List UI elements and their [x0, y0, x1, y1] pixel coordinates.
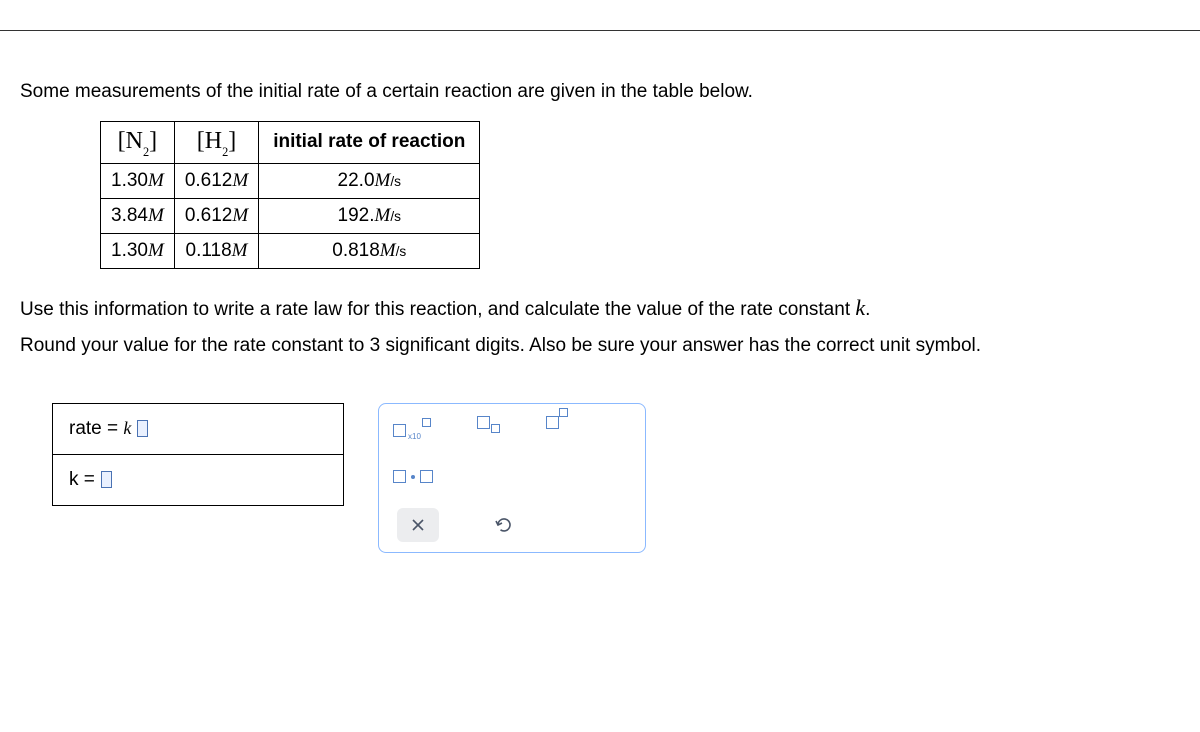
superscript-button[interactable]: [546, 416, 568, 446]
k-placeholder-icon[interactable]: [101, 471, 112, 488]
cell-rate: 22.0M/s: [259, 163, 480, 198]
cell-n2: 1.30M: [101, 163, 175, 198]
answer-section: rate = k k = x10: [52, 403, 1180, 553]
problem-content: Some measurements of the initial rate of…: [0, 31, 1200, 573]
box-icon: [546, 416, 559, 429]
k-input-row[interactable]: k =: [53, 455, 343, 505]
instruction-2: Round your value for the rate constant t…: [20, 335, 1180, 357]
dot-icon: [411, 475, 415, 479]
header-initial-rate: initial rate of reaction: [259, 122, 480, 164]
table-row: 1.30M 0.118M 0.818M/s: [101, 233, 480, 268]
tool-row-1: x10: [393, 416, 631, 446]
answer-box: rate = k k =: [52, 403, 344, 506]
close-icon: [411, 518, 425, 532]
x10-label: x10: [408, 432, 421, 441]
multiply-dot-button[interactable]: [393, 462, 433, 492]
equation-toolbar: x10: [378, 403, 646, 553]
cell-h2: 0.612M: [174, 198, 258, 233]
box-icon: [393, 424, 406, 437]
intro-text: Some measurements of the initial rate of…: [20, 81, 1180, 103]
rate-input-row[interactable]: rate = k: [53, 404, 343, 455]
data-table: [N2] [H2] initial rate of reaction 1.30M…: [100, 121, 480, 269]
box-icon: [559, 408, 568, 417]
subscript-button[interactable]: [477, 416, 500, 446]
box-icon: [393, 470, 406, 483]
box-icon: [477, 416, 490, 429]
scientific-notation-button[interactable]: x10: [393, 416, 431, 446]
header-h2: [H2]: [174, 122, 258, 164]
box-icon: [422, 418, 431, 427]
header-n2: [N2]: [101, 122, 175, 164]
k-label: k =: [69, 469, 95, 491]
cell-rate: 192.M/s: [259, 198, 480, 233]
instruction-1: Use this information to write a rate law…: [20, 295, 1180, 321]
tool-row-2: [393, 462, 631, 492]
table-row: 3.84M 0.612M 192.M/s: [101, 198, 480, 233]
table-row: 1.30M 0.612M 22.0M/s: [101, 163, 480, 198]
cell-h2: 0.612M: [174, 163, 258, 198]
rate-placeholder-icon[interactable]: [137, 420, 148, 437]
cell-rate: 0.818M/s: [259, 233, 480, 268]
box-icon: [491, 424, 500, 433]
rate-label: rate = k: [69, 418, 131, 440]
table-header-row: [N2] [H2] initial rate of reaction: [101, 122, 480, 164]
cell-n2: 3.84M: [101, 198, 175, 233]
clear-button[interactable]: [397, 508, 439, 542]
undo-icon: [494, 515, 514, 535]
cell-h2: 0.118M: [174, 233, 258, 268]
bottom-controls: [397, 508, 631, 542]
box-icon: [420, 470, 433, 483]
reset-button[interactable]: [483, 508, 525, 542]
cell-n2: 1.30M: [101, 233, 175, 268]
